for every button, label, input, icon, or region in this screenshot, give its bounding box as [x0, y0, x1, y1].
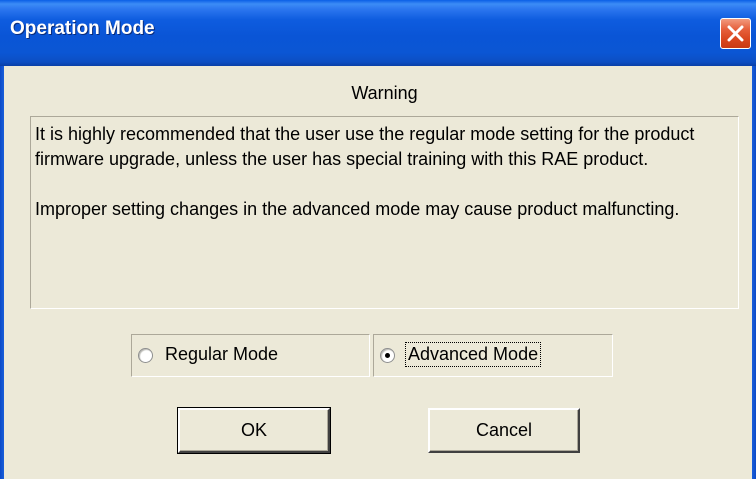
window-frame-right — [752, 66, 756, 479]
advanced-mode-radio[interactable] — [380, 348, 395, 363]
warning-heading: Warning — [351, 83, 418, 103]
warning-message-box: It is highly recommended that the user u… — [30, 116, 739, 309]
close-icon — [727, 25, 744, 42]
regular-mode-option[interactable]: Regular Mode — [131, 334, 370, 377]
window-frame-left — [0, 66, 4, 479]
regular-mode-label[interactable]: Regular Mode — [165, 344, 278, 365]
advanced-mode-label[interactable]: Advanced Mode — [404, 342, 542, 367]
title-bar[interactable]: Operation Mode — [0, 0, 756, 66]
warning-paragraph-1: It is highly recommended that the user u… — [35, 124, 695, 169]
warning-paragraph-2: Improper setting changes in the advanced… — [35, 199, 680, 219]
close-button[interactable] — [720, 18, 751, 49]
radio-selected-dot-icon — [385, 353, 390, 358]
regular-mode-radio[interactable] — [138, 348, 153, 363]
window-title: Operation Mode — [10, 18, 155, 39]
advanced-mode-option[interactable]: Advanced Mode — [373, 334, 613, 377]
operation-mode-dialog: Operation Mode Warning It is highly reco… — [0, 0, 756, 479]
cancel-button[interactable]: Cancel — [428, 408, 580, 453]
ok-button[interactable]: OK — [177, 407, 331, 454]
